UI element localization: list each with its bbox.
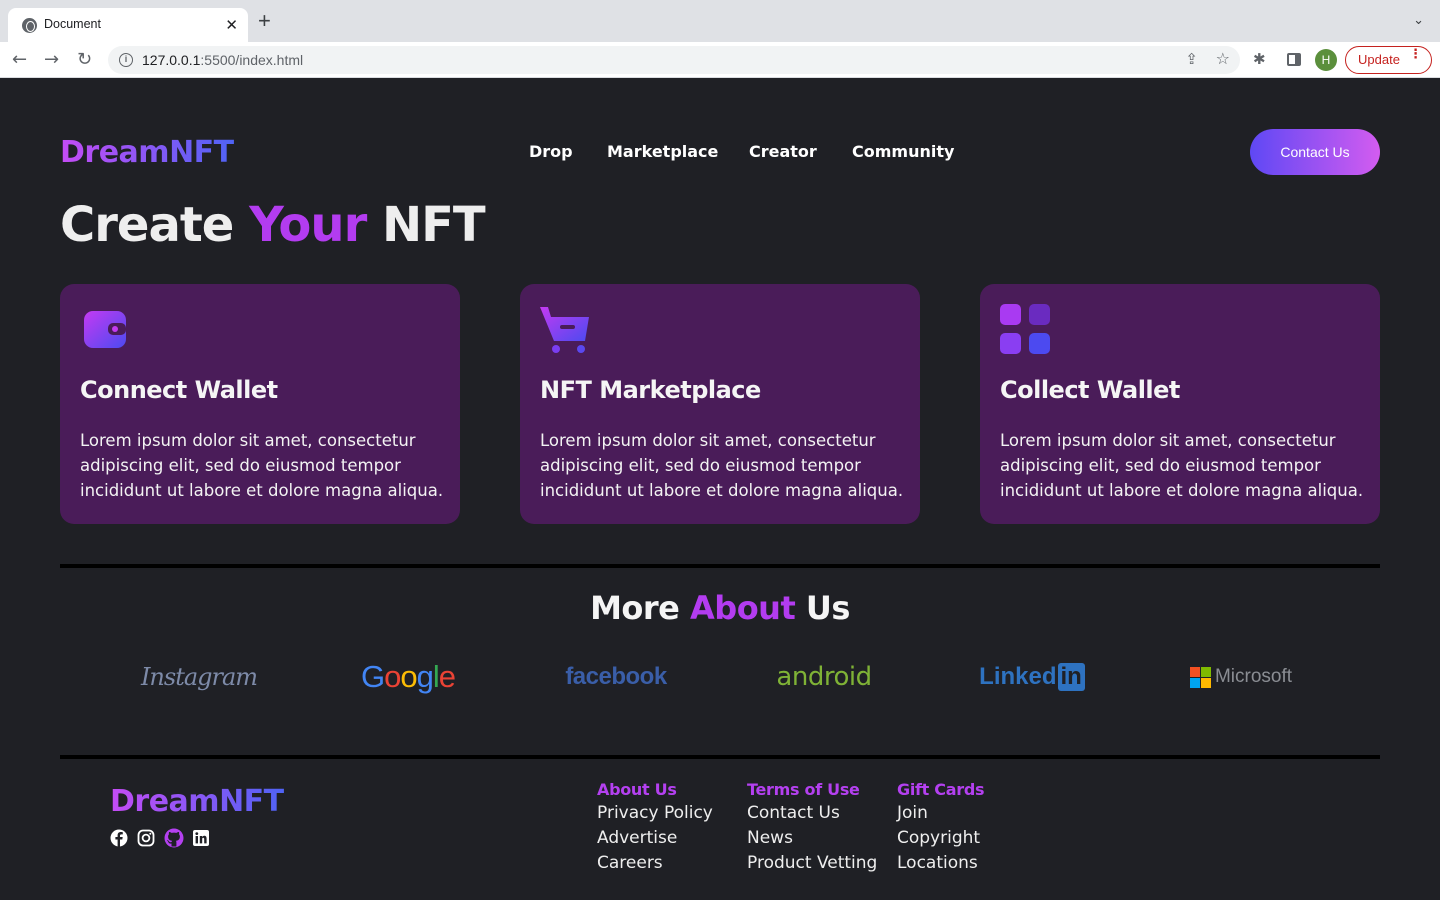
hero-title-create: Create — [60, 197, 234, 253]
wallet-icon — [84, 311, 126, 348]
extensions-puzzle-icon[interactable]: ✱ — [1253, 50, 1266, 68]
nav-creator[interactable]: Creator — [749, 142, 817, 161]
about-title-us: Us — [805, 589, 851, 627]
browser-toolbar: ← → ↻ i 127.0.0.1:5500/index.html ⇪ ☆ — [0, 42, 1440, 78]
footer-link[interactable]: Locations — [897, 853, 984, 874]
hero-title-your: Your — [249, 197, 367, 253]
url-text[interactable]: 127.0.0.1:5500/index.html — [142, 52, 303, 68]
linkedin-in-box: in — [1057, 663, 1085, 691]
tab-search-chevron-icon[interactable]: ⌄ — [1413, 13, 1424, 28]
logo-dream: Dream — [110, 784, 220, 819]
microsoft-squares-icon — [1189, 666, 1211, 688]
reload-icon[interactable]: ↻ — [77, 48, 92, 72]
section-divider — [60, 564, 1380, 568]
address-bar[interactable]: i 127.0.0.1:5500/index.html ⇪ ☆ — [108, 46, 1240, 74]
card-title: Collect Wallet — [1000, 376, 1180, 404]
back-arrow-icon[interactable]: ← — [12, 48, 27, 72]
card-title: NFT Marketplace — [540, 376, 761, 404]
instagram-icon[interactable] — [137, 829, 155, 847]
linkedin-logo: Linked in — [962, 657, 1102, 697]
update-button[interactable]: Update ⋮ — [1345, 46, 1432, 74]
browser-tab-strip: Document ✕ + ⌄ — [0, 0, 1440, 42]
hero-title: Create Your NFT — [60, 197, 486, 253]
browser-tab[interactable]: Document ✕ — [8, 8, 248, 42]
nav-drop[interactable]: Drop — [529, 142, 573, 161]
site-info-icon[interactable]: i — [119, 53, 133, 67]
footer-heading[interactable]: About Us — [597, 780, 713, 799]
instagram-logo: Instagram — [140, 663, 258, 691]
facebook-icon[interactable] — [110, 829, 128, 847]
profile-avatar[interactable]: H — [1315, 49, 1337, 71]
site-logo[interactable]: DreamNFT — [60, 135, 234, 170]
feature-card-collect-wallet: Collect Wallet Lorem ipsum dolor sit ame… — [980, 284, 1380, 524]
footer-logo[interactable]: DreamNFT — [110, 784, 284, 819]
microsoft-text: Microsoft — [1214, 666, 1293, 687]
cart-icon — [540, 307, 589, 353]
android-logo: android — [776, 662, 872, 692]
url-path: :5500/index.html — [200, 52, 304, 68]
footer-column-gift-cards: Gift Cards Join Copyright Locations — [897, 780, 985, 874]
feature-card-nft-marketplace: NFT Marketplace Lorem ipsum dolor sit am… — [520, 284, 920, 524]
footer-link[interactable]: Advertise — [597, 828, 713, 849]
logo-dream: Dream — [60, 135, 170, 170]
tab-title: Document — [44, 17, 101, 31]
facebook-logo: facebook — [565, 663, 667, 690]
close-tab-icon[interactable]: ✕ — [225, 16, 238, 34]
more-menu-icon[interactable]: ⋮ — [1409, 47, 1422, 62]
footer-divider — [60, 755, 1380, 759]
footer-link[interactable]: Join — [897, 803, 984, 824]
footer-link[interactable]: News — [747, 828, 877, 849]
grid-icon — [1000, 304, 1050, 354]
linkedin-text: Linked — [979, 663, 1057, 690]
contact-us-button[interactable]: Contact Us — [1250, 129, 1380, 175]
about-title-more: More — [590, 589, 680, 627]
footer-link[interactable]: Copyright — [897, 828, 984, 849]
nav-community[interactable]: Community — [852, 142, 954, 161]
footer-heading[interactable]: Terms of Use — [747, 780, 877, 799]
github-icon[interactable] — [164, 828, 184, 848]
footer-column-terms: Terms of Use Contact Us News Product Vet… — [747, 780, 877, 874]
url-host: 127.0.0.1 — [142, 52, 201, 68]
share-icon[interactable]: ⇪ — [1185, 50, 1198, 68]
linkedin-icon[interactable] — [192, 829, 210, 847]
nav-marketplace[interactable]: Marketplace — [607, 142, 718, 161]
footer-link[interactable]: Careers — [597, 853, 713, 874]
about-title: More About Us — [0, 589, 1440, 627]
card-text: Lorem ipsum dolor sit amet, consectetur … — [1000, 431, 1364, 500]
side-panel-icon[interactable] — [1287, 53, 1301, 66]
card-text: Lorem ipsum dolor sit amet, consectetur … — [80, 431, 444, 500]
google-logo: Google — [360, 659, 456, 694]
feature-card-connect-wallet: Connect Wallet Lorem ipsum dolor sit ame… — [60, 284, 460, 524]
bookmark-star-icon[interactable]: ☆ — [1216, 49, 1230, 68]
globe-icon — [22, 18, 37, 33]
forward-arrow-icon[interactable]: → — [44, 48, 59, 72]
footer-heading[interactable]: Gift Cards — [897, 780, 985, 799]
page: DreamNFT Drop Marketplace Creator Commun… — [0, 79, 1440, 900]
card-text: Lorem ipsum dolor sit amet, consectetur … — [540, 431, 904, 500]
about-title-about: About — [690, 589, 796, 627]
footer-link[interactable]: Privacy Policy — [597, 803, 713, 824]
microsoft-logo: Microsoft — [1171, 657, 1311, 697]
update-label: Update — [1358, 52, 1400, 67]
logo-nft: NFT — [169, 135, 234, 170]
footer-link[interactable]: Contact Us — [747, 803, 877, 824]
footer-link[interactable]: Product Vetting — [747, 853, 877, 874]
footer-column-about: About Us Privacy Policy Advertise Career… — [597, 780, 713, 874]
card-title: Connect Wallet — [80, 376, 278, 404]
hero-title-nft: NFT — [381, 197, 486, 253]
logo-nft: NFT — [219, 784, 284, 819]
new-tab-button[interactable]: + — [258, 10, 271, 32]
